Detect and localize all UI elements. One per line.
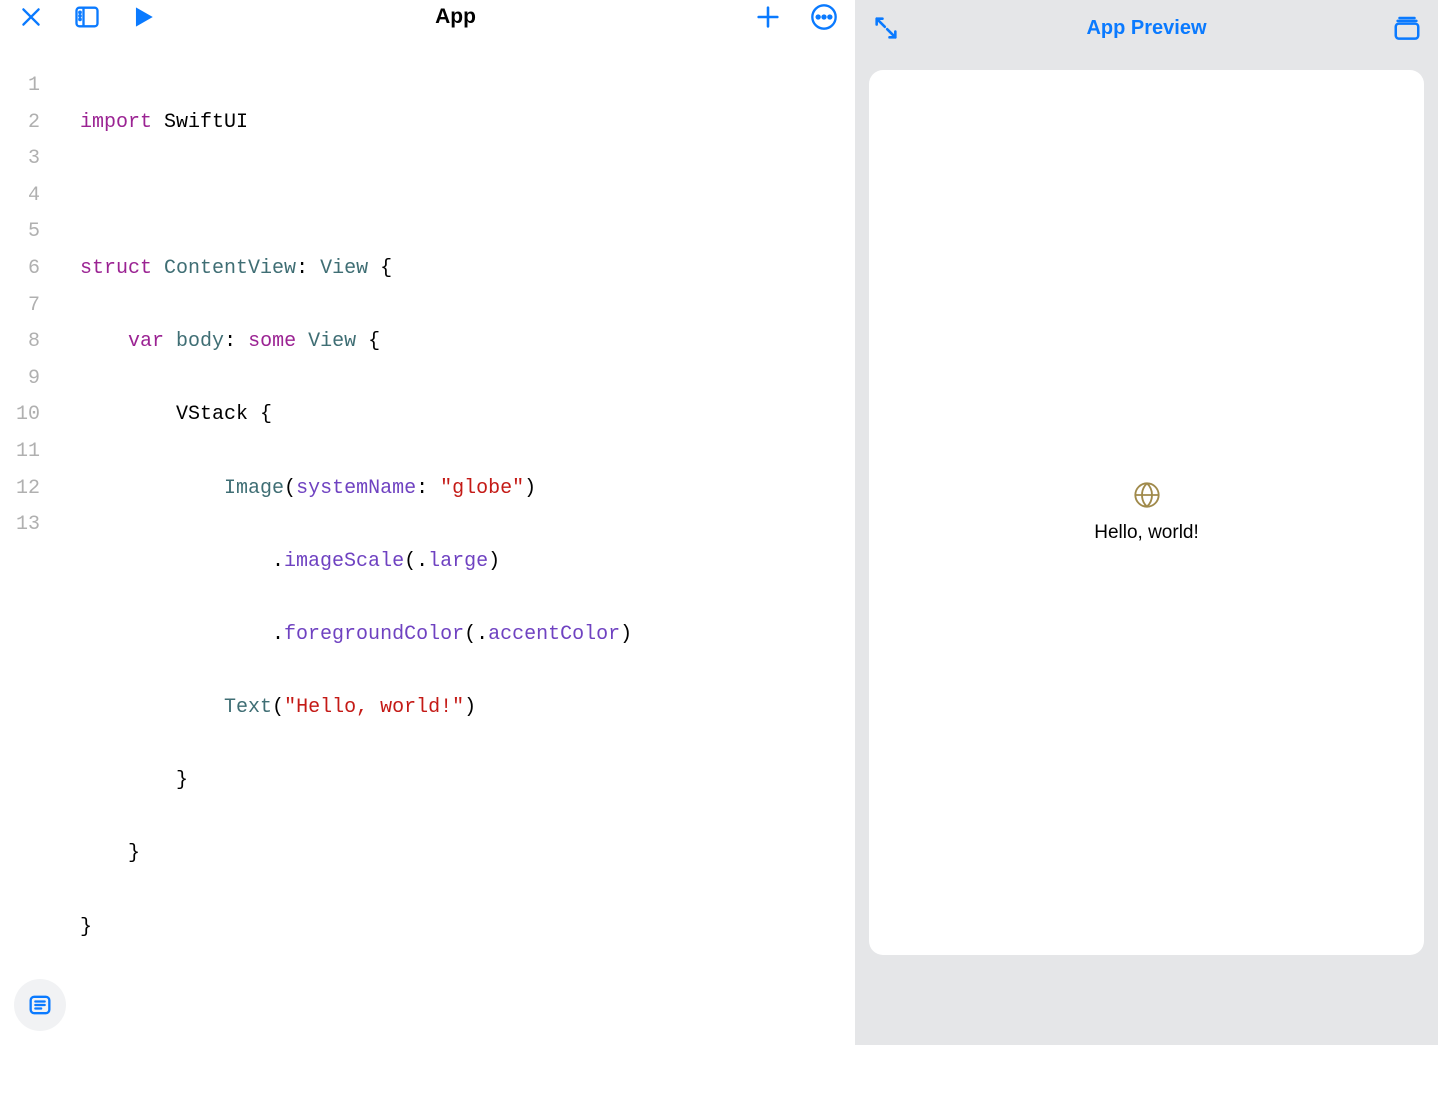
- code-token: ): [464, 696, 476, 719]
- line-number-gutter: 1 2 3 4 5 6 7 8 9 10 11 12 13: [0, 68, 58, 1093]
- code-content[interactable]: import SwiftUI struct ContentView: View …: [58, 68, 855, 1093]
- preview-canvas-wrap: Hello, world!: [855, 56, 1438, 1045]
- code-token: .: [272, 623, 284, 646]
- line-number: 11: [0, 434, 40, 471]
- editor-panel: App 1 2 3 4 5 6 7 8 9 10 11 12 13 import…: [0, 0, 855, 1045]
- code-token: {: [248, 403, 272, 426]
- sidebar-toggle-button[interactable]: [70, 0, 104, 34]
- plus-icon: [754, 3, 782, 31]
- code-token: Image: [224, 477, 284, 500]
- preview-title: App Preview: [929, 17, 1364, 40]
- play-icon: [130, 4, 156, 30]
- code-token: {: [356, 330, 380, 353]
- code-token: VStack: [176, 403, 248, 426]
- line-number: 4: [0, 178, 40, 215]
- line-number: 1: [0, 68, 40, 105]
- windows-icon: [1392, 13, 1422, 43]
- code-token: :: [224, 330, 236, 353]
- globe-icon: [1133, 481, 1161, 514]
- code-token: ): [524, 477, 536, 500]
- preview-panel: App Preview Hello, world!: [855, 0, 1438, 1045]
- close-button[interactable]: [14, 0, 48, 34]
- line-number: 2: [0, 105, 40, 142]
- more-button[interactable]: [807, 0, 841, 34]
- code-token: (: [284, 477, 296, 500]
- expand-preview-button[interactable]: [869, 11, 903, 45]
- code-token: {: [368, 257, 392, 280]
- code-token: accentColor: [488, 623, 620, 646]
- line-number: 8: [0, 324, 40, 361]
- code-token: View: [308, 330, 356, 353]
- preview-hello-text: Hello, world!: [1094, 522, 1199, 544]
- console-icon: [26, 991, 54, 1019]
- code-token: body: [176, 330, 224, 353]
- code-token: Text: [224, 696, 272, 719]
- run-button[interactable]: [126, 0, 160, 34]
- code-token: .: [476, 623, 488, 646]
- code-token: .: [416, 550, 428, 573]
- code-token: imageScale: [284, 550, 404, 573]
- code-token: View: [320, 257, 368, 280]
- code-token: (: [272, 696, 284, 719]
- code-token: foregroundColor: [284, 623, 464, 646]
- add-button[interactable]: [751, 0, 785, 34]
- more-icon: [810, 3, 838, 31]
- code-token: :: [296, 257, 308, 280]
- code-token: "Hello, world!": [284, 696, 464, 719]
- code-token: ContentView: [164, 257, 296, 280]
- line-number: 5: [0, 214, 40, 251]
- code-token: SwiftUI: [164, 111, 248, 134]
- code-token: ): [620, 623, 632, 646]
- code-token: systemName: [296, 477, 416, 500]
- code-token: }: [176, 769, 188, 792]
- code-token: :: [416, 477, 440, 500]
- line-number: 9: [0, 361, 40, 398]
- preview-canvas[interactable]: Hello, world!: [869, 70, 1424, 955]
- code-token: ): [488, 550, 500, 573]
- line-number: 12: [0, 471, 40, 508]
- preview-toolbar: App Preview: [855, 0, 1438, 56]
- editor-toolbar: App: [0, 0, 855, 34]
- code-token: "globe": [440, 477, 524, 500]
- line-number: 3: [0, 141, 40, 178]
- console-button[interactable]: [14, 979, 66, 1031]
- preview-windows-button[interactable]: [1390, 11, 1424, 45]
- code-token: }: [128, 842, 140, 865]
- line-number: 7: [0, 288, 40, 325]
- line-number: 6: [0, 251, 40, 288]
- code-token: (: [404, 550, 416, 573]
- editor-title: App: [182, 5, 729, 29]
- line-number: 10: [0, 397, 40, 434]
- code-token: .: [272, 550, 284, 573]
- code-token: large: [428, 550, 488, 573]
- close-icon: [18, 4, 44, 30]
- code-token: }: [80, 916, 92, 939]
- code-token: var: [128, 330, 164, 353]
- code-token: (: [464, 623, 476, 646]
- code-token: some: [248, 330, 296, 353]
- expand-icon: [872, 14, 900, 42]
- code-token: import: [80, 111, 152, 134]
- line-number: 13: [0, 507, 40, 544]
- sidebar-icon: [73, 3, 101, 31]
- code-token: struct: [80, 257, 152, 280]
- code-area[interactable]: 1 2 3 4 5 6 7 8 9 10 11 12 13 import Swi…: [0, 34, 855, 1093]
